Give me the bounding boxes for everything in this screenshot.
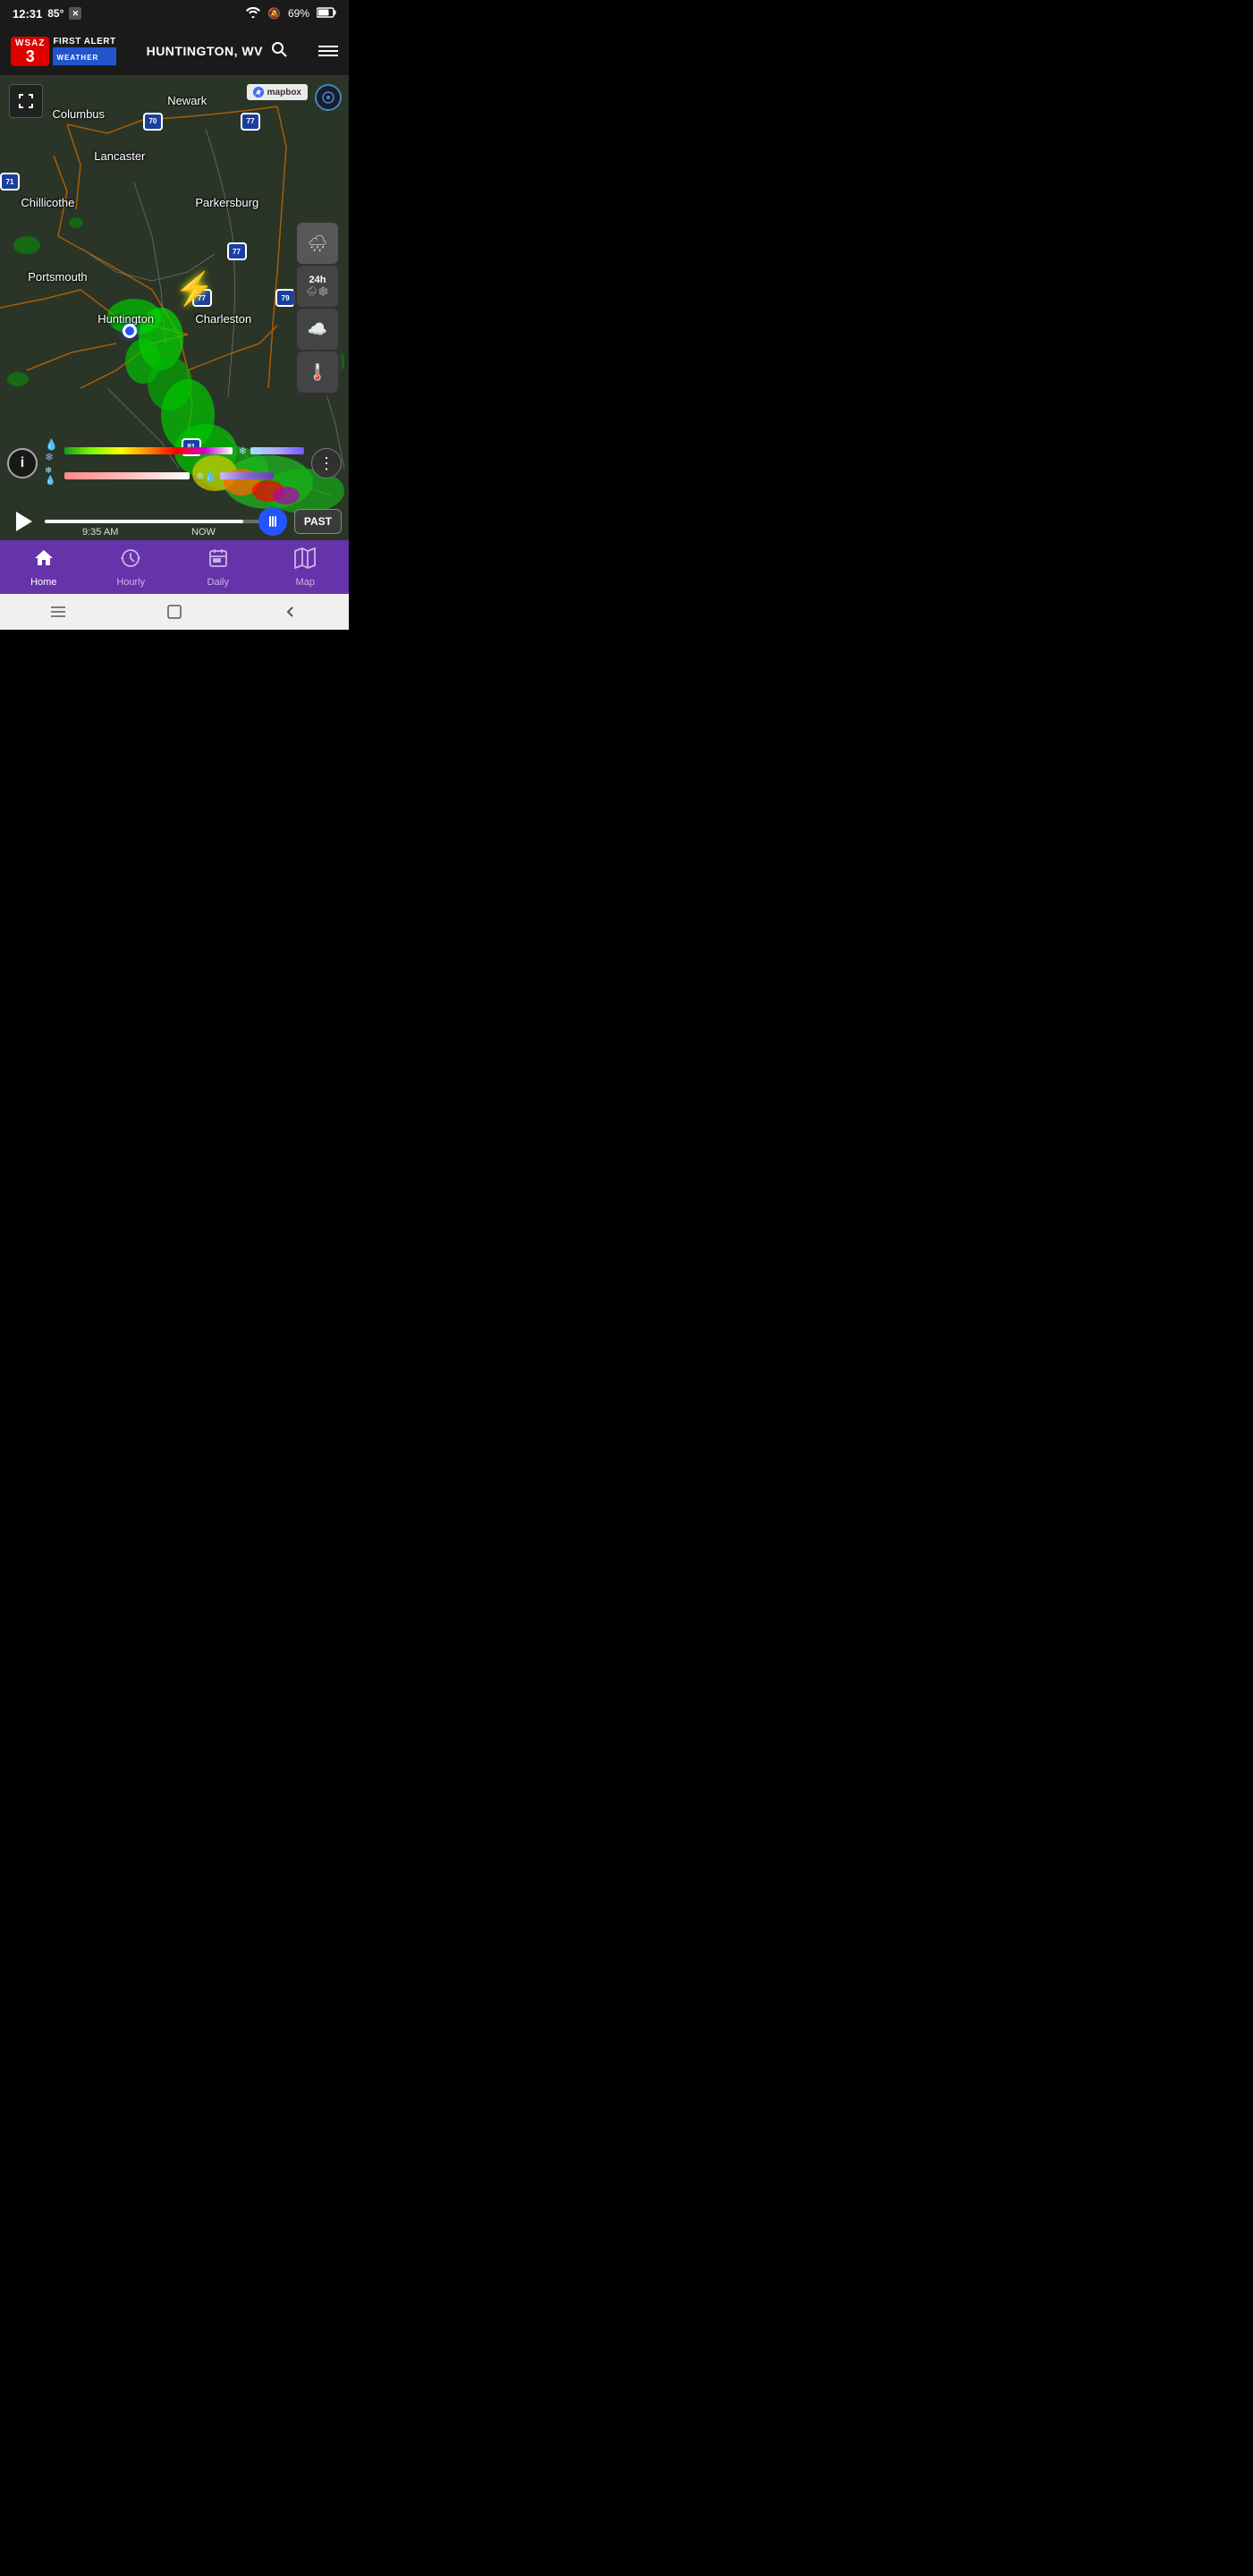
radar-rain-button[interactable]: 🌧	[297, 223, 338, 264]
mapbox-logo: mapbox	[247, 84, 308, 100]
past-button[interactable]: PAST	[294, 509, 342, 534]
battery-display: 69%	[288, 7, 309, 20]
map-expand-button[interactable]	[9, 84, 43, 118]
radar-temp-button[interactable]: 🌡️	[297, 352, 338, 393]
snow-legend-icon: ❄	[239, 445, 247, 457]
timeline-track-container[interactable]: 9:35 AM NOW	[45, 520, 287, 523]
legend-bar: i 💧❄ ❄ ❄💧 ❄💧 ⋮	[7, 438, 342, 488]
nav-daily[interactable]: Daily	[174, 544, 262, 591]
timeline-bar: 9:35 AM NOW PAST	[7, 506, 342, 537]
rain-icon: 💧❄	[45, 438, 61, 463]
notification-icon[interactable]: ✕	[69, 7, 81, 20]
timeline-thumb[interactable]	[258, 507, 287, 536]
play-button[interactable]	[7, 506, 38, 537]
location-text: HUNTINGTON, WV	[147, 44, 263, 58]
hourly-nav-label: Hourly	[116, 577, 145, 588]
location-display: HUNTINGTON, WV	[147, 40, 288, 63]
nav-map[interactable]: Map	[262, 544, 350, 591]
current-location-dot	[123, 324, 137, 338]
temp-display: 85°	[47, 7, 63, 20]
24h-icons: 🌧❄	[306, 287, 328, 297]
status-bar: 12:31 85° ✕ 🔕 69%	[0, 0, 349, 27]
daily-nav-label: Daily	[207, 577, 229, 588]
radar-24h-button[interactable]: 24h 🌧❄	[297, 266, 338, 307]
daily-nav-icon	[207, 547, 229, 574]
options-button[interactable]: ⋮	[311, 448, 342, 479]
rain-radar-icon: 🌧	[308, 234, 328, 253]
search-button[interactable]	[270, 40, 288, 63]
station-logo-box: WSAZ 3	[11, 37, 49, 66]
thumb-bar-1	[269, 516, 271, 527]
app-logo: WSAZ 3 FIRST ALERT WEATHER	[11, 37, 116, 66]
home-nav-icon	[33, 547, 55, 574]
play-triangle-icon	[16, 512, 32, 531]
info-button[interactable]: i	[7, 448, 38, 479]
station-call-letters: WSAZ	[15, 38, 45, 48]
24h-label: 24h	[309, 275, 326, 285]
timeline-progress	[45, 520, 243, 523]
recent-apps-button[interactable]	[36, 598, 80, 625]
radar-cloud-button[interactable]: ☁️	[297, 309, 338, 350]
weather-bar: WEATHER	[53, 47, 115, 65]
wifi-icon	[246, 7, 260, 21]
shield-i71: 71	[0, 173, 20, 191]
lightning-bolt-icon: ⚡	[174, 270, 215, 308]
brand-name: FIRST ALERT WEATHER	[53, 37, 115, 65]
battery-icon	[317, 7, 336, 21]
app-header: WSAZ 3 FIRST ALERT WEATHER HUNTINGTON, W…	[0, 27, 349, 75]
legend-snow-row: ❄💧 ❄💧	[45, 466, 304, 486]
cloud-radar-icon: ☁️	[308, 320, 327, 339]
map-container[interactable]: mapbox Newark Columbus Lancaster Chillic…	[0, 75, 349, 540]
menu-line-2	[318, 50, 338, 52]
status-left: 12:31 85° ✕	[13, 7, 81, 21]
menu-line-1	[318, 46, 338, 47]
legend-rain-row: 💧❄ ❄	[45, 438, 304, 463]
time-display: 12:31	[13, 7, 42, 21]
menu-button[interactable]	[318, 46, 338, 56]
bottom-navigation: Home Hourly Daily	[0, 540, 349, 594]
precip-legend-icon: ❄💧	[196, 470, 216, 482]
ice-gradient-bar	[220, 472, 274, 479]
locate-button[interactable]	[315, 84, 342, 111]
shield-i77-2: 77	[227, 242, 247, 260]
nav-hourly[interactable]: Hourly	[88, 544, 175, 591]
back-button[interactable]	[268, 598, 313, 625]
timeline-track[interactable]	[45, 520, 287, 523]
timeline-now-label: NOW	[191, 527, 216, 538]
mixed-gradient-bar	[250, 447, 304, 454]
thumb-bar-3	[275, 516, 276, 527]
alarm-icon: 🔕	[267, 7, 281, 20]
timeline-start-time: 9:35 AM	[82, 527, 118, 538]
shield-i70: 70	[143, 113, 163, 131]
station-number: 3	[26, 48, 35, 64]
first-alert-label: FIRST ALERT	[53, 37, 115, 47]
weather-label: WEATHER	[56, 54, 98, 62]
rain-gradient-bar	[64, 447, 233, 454]
info-icon: i	[21, 455, 24, 471]
hourly-nav-icon	[120, 547, 141, 574]
system-navigation-bar	[0, 594, 349, 630]
options-icon: ⋮	[318, 454, 334, 473]
mapbox-label: mapbox	[267, 88, 301, 97]
temp-radar-icon: 🌡️	[308, 363, 327, 382]
map-nav-icon	[294, 547, 316, 574]
status-right: 🔕 69%	[246, 7, 336, 21]
menu-line-3	[318, 55, 338, 56]
radar-layer-panel: 🌧 24h 🌧❄ ☁️ 🌡️	[293, 219, 342, 396]
home-button[interactable]	[152, 598, 197, 625]
shield-i79: 79	[275, 289, 295, 307]
snow-rain-icon: ❄💧	[45, 466, 61, 486]
home-nav-label: Home	[30, 577, 56, 588]
map-nav-label: Map	[296, 577, 315, 588]
legend-scales: 💧❄ ❄ ❄💧 ❄💧	[45, 438, 304, 488]
nav-home[interactable]: Home	[0, 544, 88, 591]
shield-i77-1: 77	[241, 113, 260, 131]
thumb-bar-2	[272, 516, 274, 527]
precip-gradient-bar	[64, 472, 190, 479]
